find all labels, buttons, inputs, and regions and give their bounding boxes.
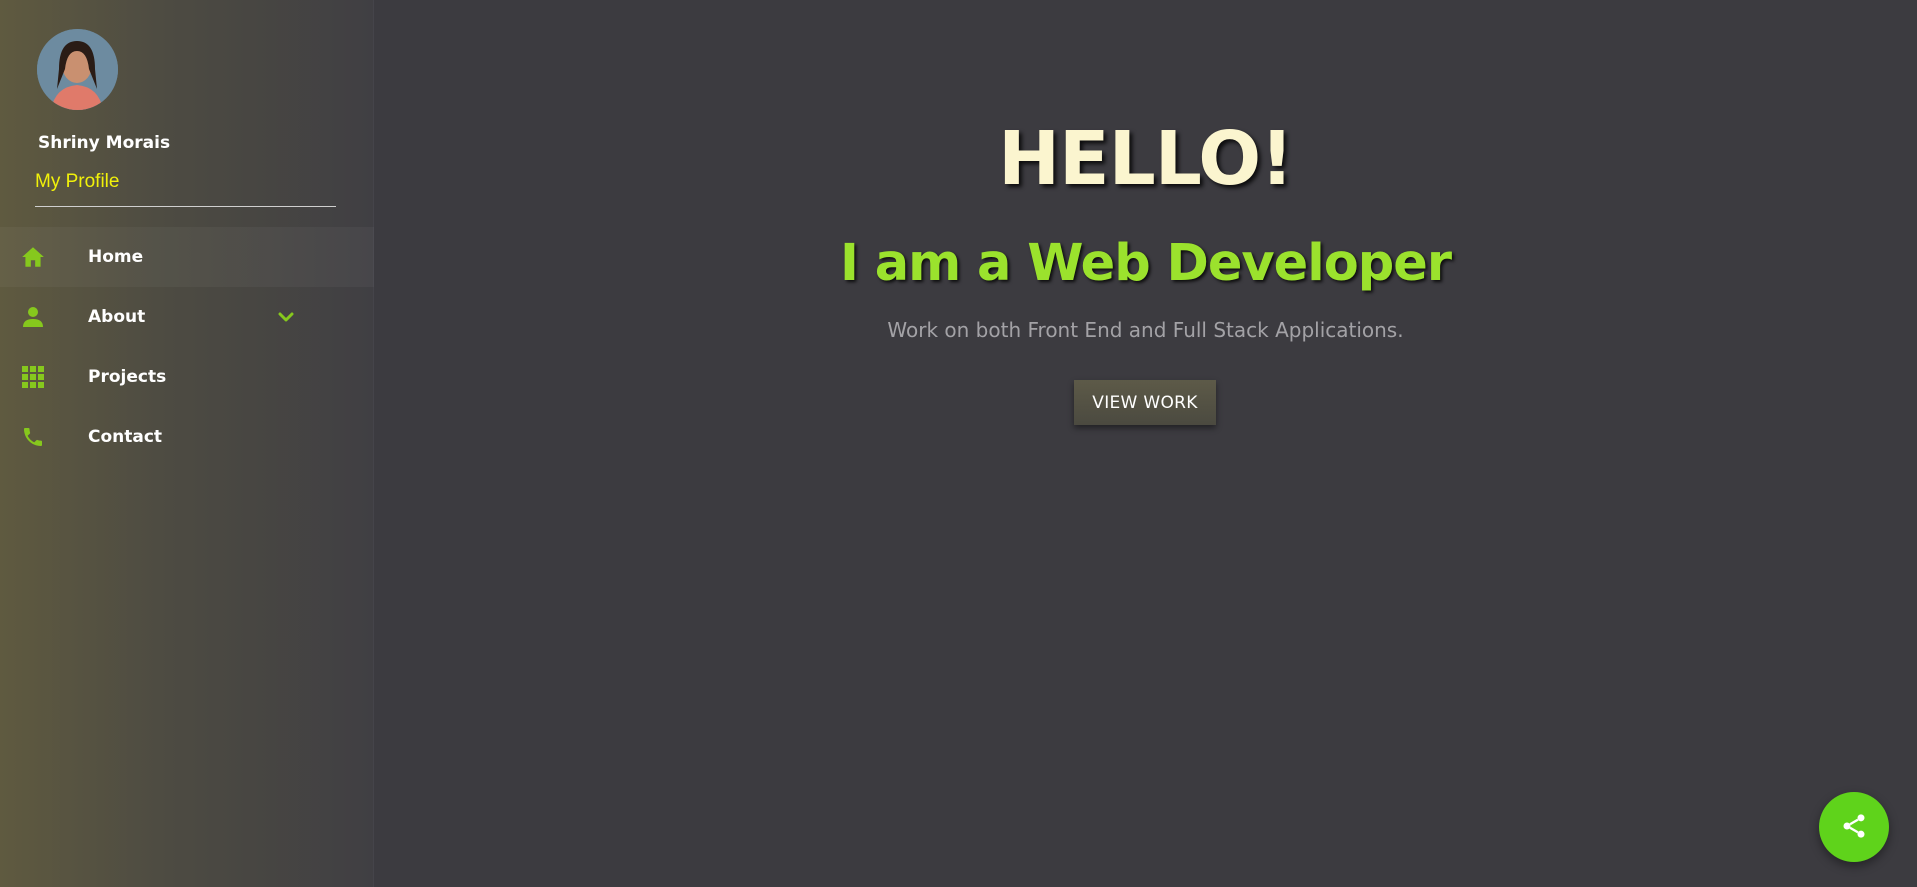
hero-greeting: HELLO! [998,116,1294,202]
sidebar-item-about[interactable]: About [0,287,374,347]
sidebar-item-projects[interactable]: Projects [0,347,374,407]
main-content: HELLO! I am a Web Developer Work on both… [374,0,1917,887]
home-icon [20,244,46,270]
view-work-button[interactable]: VIEW WORK [1074,380,1216,425]
sidebar-item-label: About [88,307,146,327]
user-name: Shriny Morais [38,133,171,153]
sidebar-item-label: Home [88,247,144,267]
divider [35,206,336,207]
chevron-down-icon[interactable] [276,307,296,327]
hero-description: Work on both Front End and Full Stack Ap… [887,318,1404,342]
hero-role: I am a Web Developer [839,234,1452,293]
sidebar: Shriny Morais My Profile Home About Proj… [0,0,374,887]
person-icon [20,304,46,330]
share-button[interactable] [1819,792,1889,862]
grid-icon [20,364,46,390]
share-icon [1840,812,1868,843]
phone-icon [20,424,46,450]
sidebar-nav: Home About Projects Contact [0,227,374,467]
my-profile-link[interactable]: My Profile [35,171,119,193]
sidebar-item-contact[interactable]: Contact [0,407,374,467]
avatar[interactable] [37,29,118,110]
sidebar-item-label: Contact [88,427,163,447]
sidebar-item-label: Projects [88,367,167,387]
sidebar-item-home[interactable]: Home [0,227,374,287]
